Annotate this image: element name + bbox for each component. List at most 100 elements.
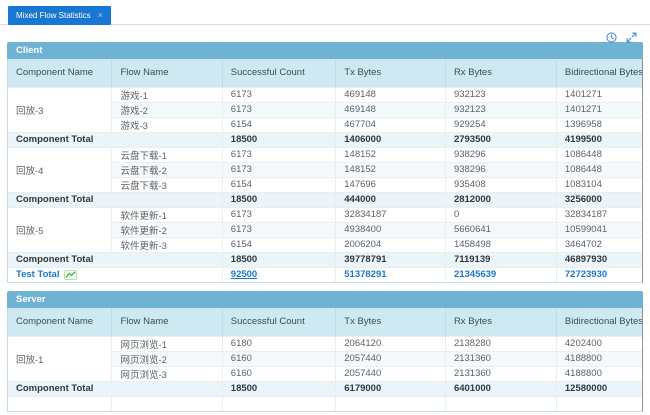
value-cell: 10599041	[556, 222, 642, 237]
value-cell: 6173	[222, 162, 335, 177]
tab-mixed-flow-statistics[interactable]: Mixed Flow Statistics ×	[8, 6, 111, 25]
component-total-row: Component Total1850039778791711913946897…	[8, 252, 642, 267]
value-cell: 1396958	[556, 117, 642, 132]
value-cell: 2057440	[336, 351, 446, 366]
column-header: Successful Count	[222, 308, 335, 336]
component-name-cell	[8, 396, 112, 411]
component-total-row: Component Total1850014060002793500419950…	[8, 132, 642, 147]
column-header: Component Name	[8, 308, 112, 336]
value-cell: 1086448	[556, 147, 642, 162]
value-cell: 6173	[222, 102, 335, 117]
tab-close-icon[interactable]: ×	[98, 11, 103, 20]
table-row: 回放-3游戏-161734691489321231401271	[8, 87, 642, 102]
value-cell: 2131360	[445, 366, 556, 381]
test-total-count-link[interactable]: 92500	[222, 267, 335, 282]
client-section-title: Client	[16, 45, 42, 56]
component-total-row: Component Total1850044400028120003256000	[8, 192, 642, 207]
flow-name-cell: 游戏-3	[112, 117, 222, 132]
toolbar	[0, 25, 650, 42]
component-total-label: Component Total	[8, 192, 222, 207]
value-cell: 1401271	[556, 102, 642, 117]
column-header: Component Name	[8, 59, 112, 87]
column-header: Bidirectional Bytes	[556, 308, 642, 336]
value-cell: 6173	[222, 87, 335, 102]
history-clock-icon[interactable]	[606, 30, 617, 41]
component-total-value: 3256000	[556, 192, 642, 207]
client-section: Client Component NameFlow NameSuccessful…	[7, 42, 643, 283]
table-row: 回放-5软件更新-1617332834187032834187	[8, 207, 642, 222]
component-total-value: 6179000	[336, 381, 446, 396]
flow-name-cell: 软件更新-2	[112, 222, 222, 237]
component-name-cell: 回放-1	[8, 336, 112, 381]
value-cell: 1401271	[556, 87, 642, 102]
value-cell: 1083104	[556, 177, 642, 192]
component-total-value: 18500	[222, 252, 335, 267]
server-section-header: Server	[7, 291, 643, 308]
column-header: Flow Name	[112, 308, 222, 336]
component-total-value: 4199500	[556, 132, 642, 147]
value-cell: 929254	[445, 117, 556, 132]
value-cell: 5660641	[445, 222, 556, 237]
client-table: Component NameFlow NameSuccessful CountT…	[8, 59, 642, 282]
tab-bar: Mixed Flow Statistics ×	[0, 0, 650, 25]
server-table: Component NameFlow NameSuccessful CountT…	[8, 308, 642, 411]
component-total-label: Component Total	[8, 381, 222, 396]
value-cell	[112, 396, 222, 411]
value-cell: 32834187	[556, 207, 642, 222]
value-cell: 6173	[222, 147, 335, 162]
tab-label: Mixed Flow Statistics	[16, 11, 91, 20]
component-total-label: Component Total	[8, 132, 222, 147]
value-cell: 2057440	[336, 366, 446, 381]
value-cell: 938296	[445, 147, 556, 162]
value-cell: 932123	[445, 87, 556, 102]
value-cell: 6154	[222, 237, 335, 252]
value-cell: 6173	[222, 222, 335, 237]
value-cell: 0	[445, 207, 556, 222]
table-row: 回放-1网页浏览-16180206412021382804202400	[8, 336, 642, 351]
flow-name-cell: 网页浏览-3	[112, 366, 222, 381]
value-cell: 2131360	[445, 351, 556, 366]
value-cell: 4938400	[336, 222, 446, 237]
component-total-row: Component Total1850061790006401000125800…	[8, 381, 642, 396]
value-cell: 6173	[222, 207, 335, 222]
component-total-value: 444000	[336, 192, 446, 207]
flow-name-cell: 软件更新-1	[112, 207, 222, 222]
table-row: 回放-4云盘下载-161731481529382961086448	[8, 147, 642, 162]
value-cell: 32834187	[336, 207, 446, 222]
client-section-header: Client	[7, 42, 643, 59]
test-total-value: 72723930	[556, 267, 642, 282]
column-header: Bidirectional Bytes	[556, 59, 642, 87]
value-cell: 469148	[336, 102, 446, 117]
value-cell: 148152	[336, 162, 446, 177]
value-cell: 6154	[222, 117, 335, 132]
test-total-value: 21345639	[445, 267, 556, 282]
flow-name-cell: 游戏-1	[112, 87, 222, 102]
server-section-title: Server	[16, 294, 46, 305]
value-cell	[556, 396, 642, 411]
component-total-value: 1406000	[336, 132, 446, 147]
column-header-row: Component NameFlow NameSuccessful CountT…	[8, 308, 642, 336]
value-cell: 1458498	[445, 237, 556, 252]
line-chart-icon[interactable]	[64, 270, 77, 280]
value-cell: 1086448	[556, 162, 642, 177]
column-header: Flow Name	[112, 59, 222, 87]
value-cell: 938296	[445, 162, 556, 177]
component-total-value: 46897930	[556, 252, 642, 267]
value-cell: 6160	[222, 366, 335, 381]
flow-name-cell: 网页浏览-1	[112, 336, 222, 351]
expand-icon[interactable]	[626, 30, 637, 41]
component-total-value: 2793500	[445, 132, 556, 147]
component-total-value: 18500	[222, 381, 335, 396]
value-cell	[222, 396, 335, 411]
component-total-value: 18500	[222, 132, 335, 147]
component-total-value: 2812000	[445, 192, 556, 207]
value-cell: 935408	[445, 177, 556, 192]
flow-name-cell: 游戏-2	[112, 102, 222, 117]
test-total-label-cell: Test Total	[8, 267, 222, 282]
value-cell: 4188800	[556, 366, 642, 381]
value-cell: 2138280	[445, 336, 556, 351]
value-cell: 2064120	[336, 336, 446, 351]
component-total-value: 39778791	[336, 252, 446, 267]
test-total-label: Test Total	[16, 269, 59, 280]
flow-name-cell: 云盘下载-2	[112, 162, 222, 177]
